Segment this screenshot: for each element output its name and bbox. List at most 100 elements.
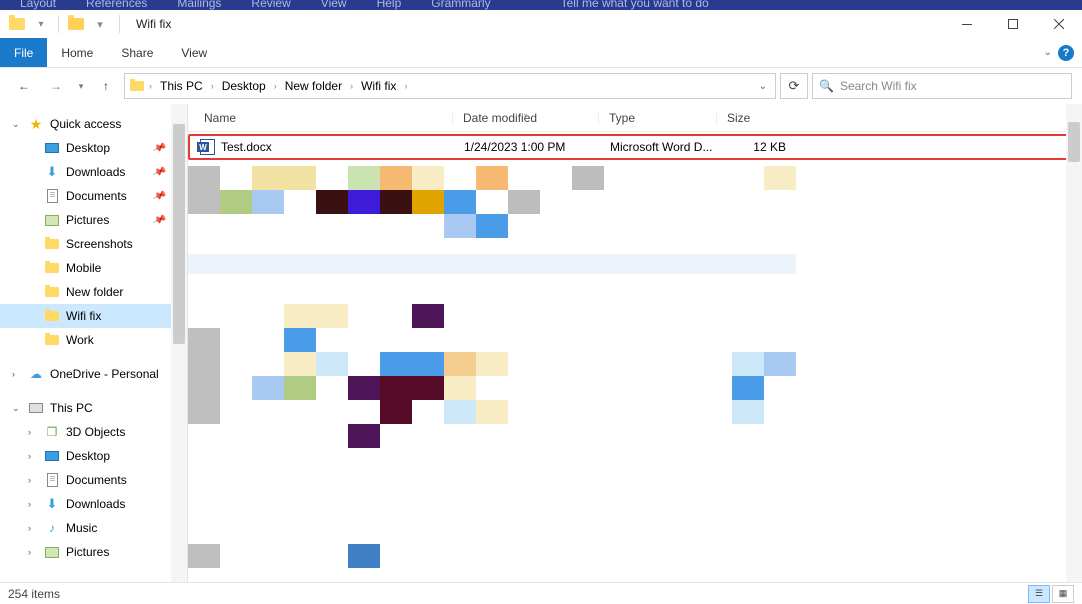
folder-icon xyxy=(44,332,60,348)
sidebar-item-pictures[interactable]: Pictures📌 xyxy=(0,208,187,232)
sidebar-item-mobile[interactable]: Mobile xyxy=(0,256,187,280)
file-tab[interactable]: File xyxy=(0,38,47,67)
qat-overflow-icon[interactable]: ▾ xyxy=(89,13,111,35)
scrollbar-thumb[interactable] xyxy=(173,124,185,344)
details-view-button[interactable]: ☰ xyxy=(1028,585,1050,603)
help-icon[interactable]: ? xyxy=(1058,45,1074,61)
home-tab[interactable]: Home xyxy=(47,38,107,67)
expand-icon[interactable]: › xyxy=(28,499,38,509)
sidebar-item-label: Desktop xyxy=(66,141,110,155)
pc-icon xyxy=(28,400,44,416)
obscured-content xyxy=(188,304,1082,448)
folder-icon xyxy=(44,236,60,252)
expand-icon[interactable]: › xyxy=(28,451,38,461)
sidebar-this-pc[interactable]: ⌄ This PC xyxy=(0,396,187,420)
sidebar-label: Quick access xyxy=(50,117,121,131)
ribbon-collapse-icon[interactable]: ⌄ xyxy=(1044,47,1052,58)
qat-dropdown-icon[interactable]: ▾ xyxy=(30,13,52,35)
status-bar: 254 items ☰ ▦ xyxy=(0,582,1082,604)
breadcrumb-segment[interactable]: Desktop xyxy=(218,79,270,93)
maximize-button[interactable] xyxy=(990,10,1036,38)
back-button[interactable]: ← xyxy=(10,72,38,100)
sidebar-item-new-folder[interactable]: New folder xyxy=(0,280,187,304)
expand-icon[interactable]: › xyxy=(28,547,38,557)
folder-icon xyxy=(129,78,145,94)
file-size: 12 KB xyxy=(718,140,796,154)
sidebar-item-desktop[interactable]: Desktop📌 xyxy=(0,136,187,160)
column-date-modified[interactable]: ⌄Date modified xyxy=(452,111,598,125)
sidebar-item-screenshots[interactable]: Screenshots xyxy=(0,232,187,256)
breadcrumb-segment[interactable]: New folder xyxy=(281,79,346,93)
scrollbar-thumb[interactable] xyxy=(1068,122,1080,162)
search-input[interactable] xyxy=(840,79,1065,93)
sidebar-item-label: Documents xyxy=(66,189,127,203)
star-icon: ★ xyxy=(28,116,44,132)
sidebar-item-label: Wifi fix xyxy=(66,309,101,323)
sidebar-item-label: Pictures xyxy=(66,545,109,559)
sidebar-item-documents[interactable]: Documents 📌 xyxy=(0,184,187,208)
column-size[interactable]: Size xyxy=(716,111,794,125)
file-row-highlighted[interactable]: Test.docx 1/24/2023 1:00 PM Microsoft Wo… xyxy=(188,134,1078,160)
sidebar-item-downloads[interactable]: ⬇Downloads📌 xyxy=(0,160,187,184)
sidebar-item-desktop[interactable]: ›Desktop xyxy=(0,444,187,468)
obscured-content xyxy=(188,254,796,274)
expand-icon[interactable]: › xyxy=(28,523,38,533)
pin-icon: 📌 xyxy=(151,189,166,204)
sidebar-item-work[interactable]: Work xyxy=(0,328,187,352)
refresh-button[interactable]: ⟳ xyxy=(780,73,808,99)
large-icons-view-button[interactable]: ▦ xyxy=(1052,585,1074,603)
folder-icon xyxy=(44,308,60,324)
sidebar-item-label: Downloads xyxy=(66,165,125,179)
expand-icon[interactable]: › xyxy=(28,427,38,437)
sidebar-item-3d-objects[interactable]: ›❐3D Objects xyxy=(0,420,187,444)
obscured-content xyxy=(188,166,1082,238)
close-button[interactable] xyxy=(1036,10,1082,38)
folder-icon[interactable] xyxy=(6,13,28,35)
navbar: ← → ▾ ↑ › This PC › Desktop › New folder… xyxy=(0,68,1082,104)
view-tab[interactable]: View xyxy=(167,38,221,67)
pin-icon: 📌 xyxy=(151,165,166,180)
forward-button[interactable]: → xyxy=(42,72,70,100)
address-history-icon[interactable]: ⌄ xyxy=(759,81,767,92)
sidebar-item-wifi-fix[interactable]: Wifi fix xyxy=(0,304,187,328)
file-type: Microsoft Word D... xyxy=(600,140,718,154)
divider xyxy=(119,15,120,33)
share-tab[interactable]: Share xyxy=(107,38,167,67)
content-scrollbar[interactable] xyxy=(1066,104,1082,582)
sidebar-item-downloads[interactable]: ›⬇Downloads xyxy=(0,492,187,516)
breadcrumb-segment[interactable]: This PC xyxy=(156,79,207,93)
sidebar-item-label: Mobile xyxy=(66,261,101,275)
column-type[interactable]: Type xyxy=(598,111,716,125)
address-bar[interactable]: › This PC › Desktop › New folder › Wifi … xyxy=(124,73,776,99)
collapse-icon[interactable]: ⌄ xyxy=(12,119,22,130)
sidebar-item-label: Work xyxy=(66,333,94,347)
folder-open-icon[interactable] xyxy=(65,13,87,35)
expand-icon[interactable]: › xyxy=(28,475,38,485)
column-name[interactable]: Name xyxy=(194,111,452,125)
sidebar-item-label: Pictures xyxy=(66,213,109,227)
search-box[interactable]: 🔍 xyxy=(812,73,1072,99)
chevron-right-icon[interactable]: › xyxy=(402,81,409,91)
collapse-icon[interactable]: ⌄ xyxy=(12,403,22,414)
obscured-content xyxy=(188,544,1082,568)
sidebar-scrollbar[interactable] xyxy=(171,104,187,582)
sidebar-label: OneDrive - Personal xyxy=(50,367,159,381)
divider xyxy=(58,15,59,33)
chevron-right-icon[interactable]: › xyxy=(147,81,154,91)
cube-icon: ❐ xyxy=(44,424,60,440)
breadcrumb-segment[interactable]: Wifi fix xyxy=(357,79,400,93)
column-headers: Name ⌄Date modified Type Size xyxy=(188,104,1082,132)
sidebar-item-pictures[interactable]: › Pictures xyxy=(0,540,187,564)
sidebar-item-documents[interactable]: ›Documents xyxy=(0,468,187,492)
recent-dropdown-icon[interactable]: ▾ xyxy=(74,72,88,100)
chevron-right-icon[interactable]: › xyxy=(272,81,279,91)
sidebar-onedrive[interactable]: › ☁ OneDrive - Personal xyxy=(0,362,187,386)
sidebar-item-music[interactable]: ›♪Music xyxy=(0,516,187,540)
chevron-right-icon[interactable]: › xyxy=(209,81,216,91)
sidebar-quick-access[interactable]: ⌄ ★ Quick access xyxy=(0,112,187,136)
file-date: 1/24/2023 1:00 PM xyxy=(454,140,600,154)
minimize-button[interactable] xyxy=(944,10,990,38)
up-button[interactable]: ↑ xyxy=(92,72,120,100)
expand-icon[interactable]: › xyxy=(12,369,22,379)
chevron-right-icon[interactable]: › xyxy=(348,81,355,91)
